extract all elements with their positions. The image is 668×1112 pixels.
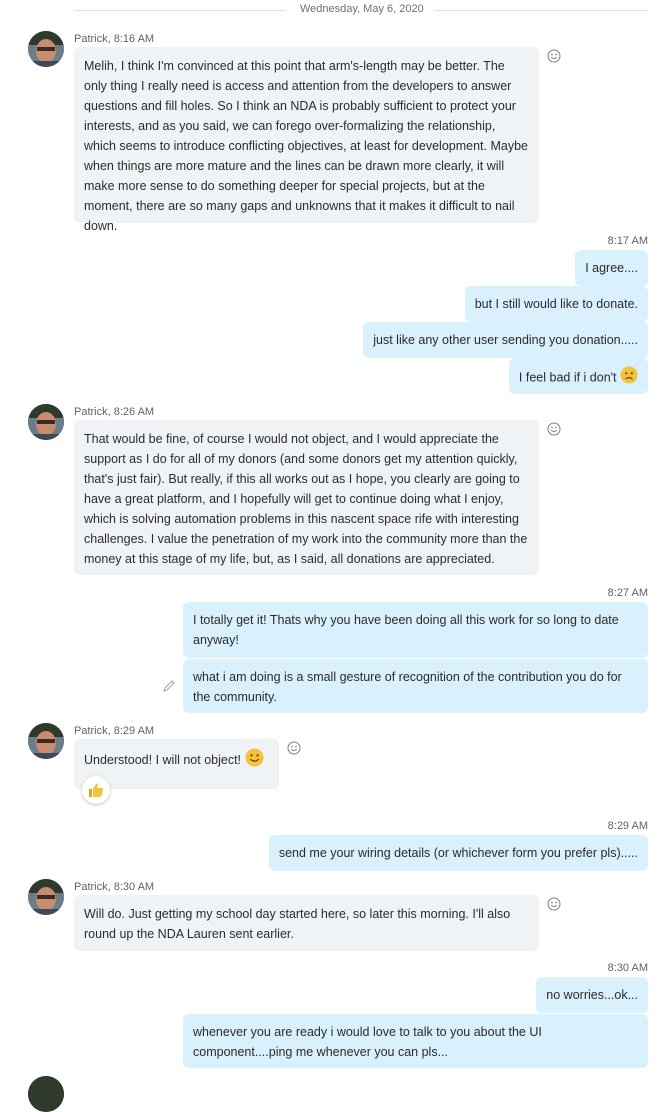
message-bubble-outgoing[interactable]: I totally get it! Thats why you have bee… xyxy=(183,602,648,658)
avatar[interactable] xyxy=(28,879,64,915)
sad-face-emoji xyxy=(620,366,638,390)
avatar[interactable] xyxy=(28,31,64,67)
date-divider-line-right xyxy=(434,10,648,11)
message-text: I feel bad if i don't xyxy=(518,370,617,385)
message-bubble-outgoing[interactable]: I feel bad if i don't xyxy=(508,358,648,394)
date-divider: Wednesday, May 6, 2020 xyxy=(300,3,424,15)
message-bubble-incoming[interactable]: That would be fine, of course I would no… xyxy=(74,420,539,575)
date-divider-line-left xyxy=(74,10,286,11)
message-bubble-incoming[interactable]: Melih, I think I'm convinced at this poi… xyxy=(74,47,539,233)
smile-emoji xyxy=(245,748,264,773)
message-bubble-outgoing[interactable]: just like any other user sending you don… xyxy=(363,322,648,358)
sender-name-time: Patrick, 8:29 AM xyxy=(74,725,155,737)
message-timestamp: 8:17 AM xyxy=(607,235,648,247)
message-bubble-outgoing[interactable]: but I still would like to donate. xyxy=(464,286,648,322)
avatar[interactable] xyxy=(28,1076,64,1112)
message-timestamp: 8:30 AM xyxy=(607,962,648,974)
message-timestamp: 8:29 AM xyxy=(607,820,648,832)
thumbs-up-reaction[interactable] xyxy=(82,776,110,804)
smiley-outline-icon[interactable] xyxy=(547,422,561,436)
sender-name-time: Patrick, 8:26 AM xyxy=(74,406,155,418)
message-bubble-outgoing[interactable]: whenever you are ready i would love to t… xyxy=(183,1014,648,1068)
smiley-outline-icon[interactable] xyxy=(547,897,561,911)
message-bubble-outgoing[interactable]: I agree.... xyxy=(575,250,648,286)
avatar[interactable] xyxy=(28,723,64,759)
message-bubble-outgoing[interactable]: what i am doing is a small gesture of re… xyxy=(183,659,648,713)
message-bubble-outgoing[interactable]: send me your wiring details (or whicheve… xyxy=(268,835,648,871)
pencil-edit-icon[interactable] xyxy=(162,679,176,693)
sender-name-time: Patrick, 8:30 AM xyxy=(74,881,155,893)
sender-name-time: Patrick, 8:16 AM xyxy=(74,33,155,45)
message-timestamp: 8:27 AM xyxy=(607,587,648,599)
message-bubble-incoming[interactable]: Will do. Just getting my school day star… xyxy=(74,895,539,951)
smiley-outline-icon[interactable] xyxy=(547,49,561,63)
smiley-outline-icon[interactable] xyxy=(287,741,301,755)
message-text: Understood! I will not object! xyxy=(84,752,242,767)
message-bubble-outgoing[interactable]: no worries...ok... xyxy=(536,977,648,1013)
avatar[interactable] xyxy=(28,404,64,440)
